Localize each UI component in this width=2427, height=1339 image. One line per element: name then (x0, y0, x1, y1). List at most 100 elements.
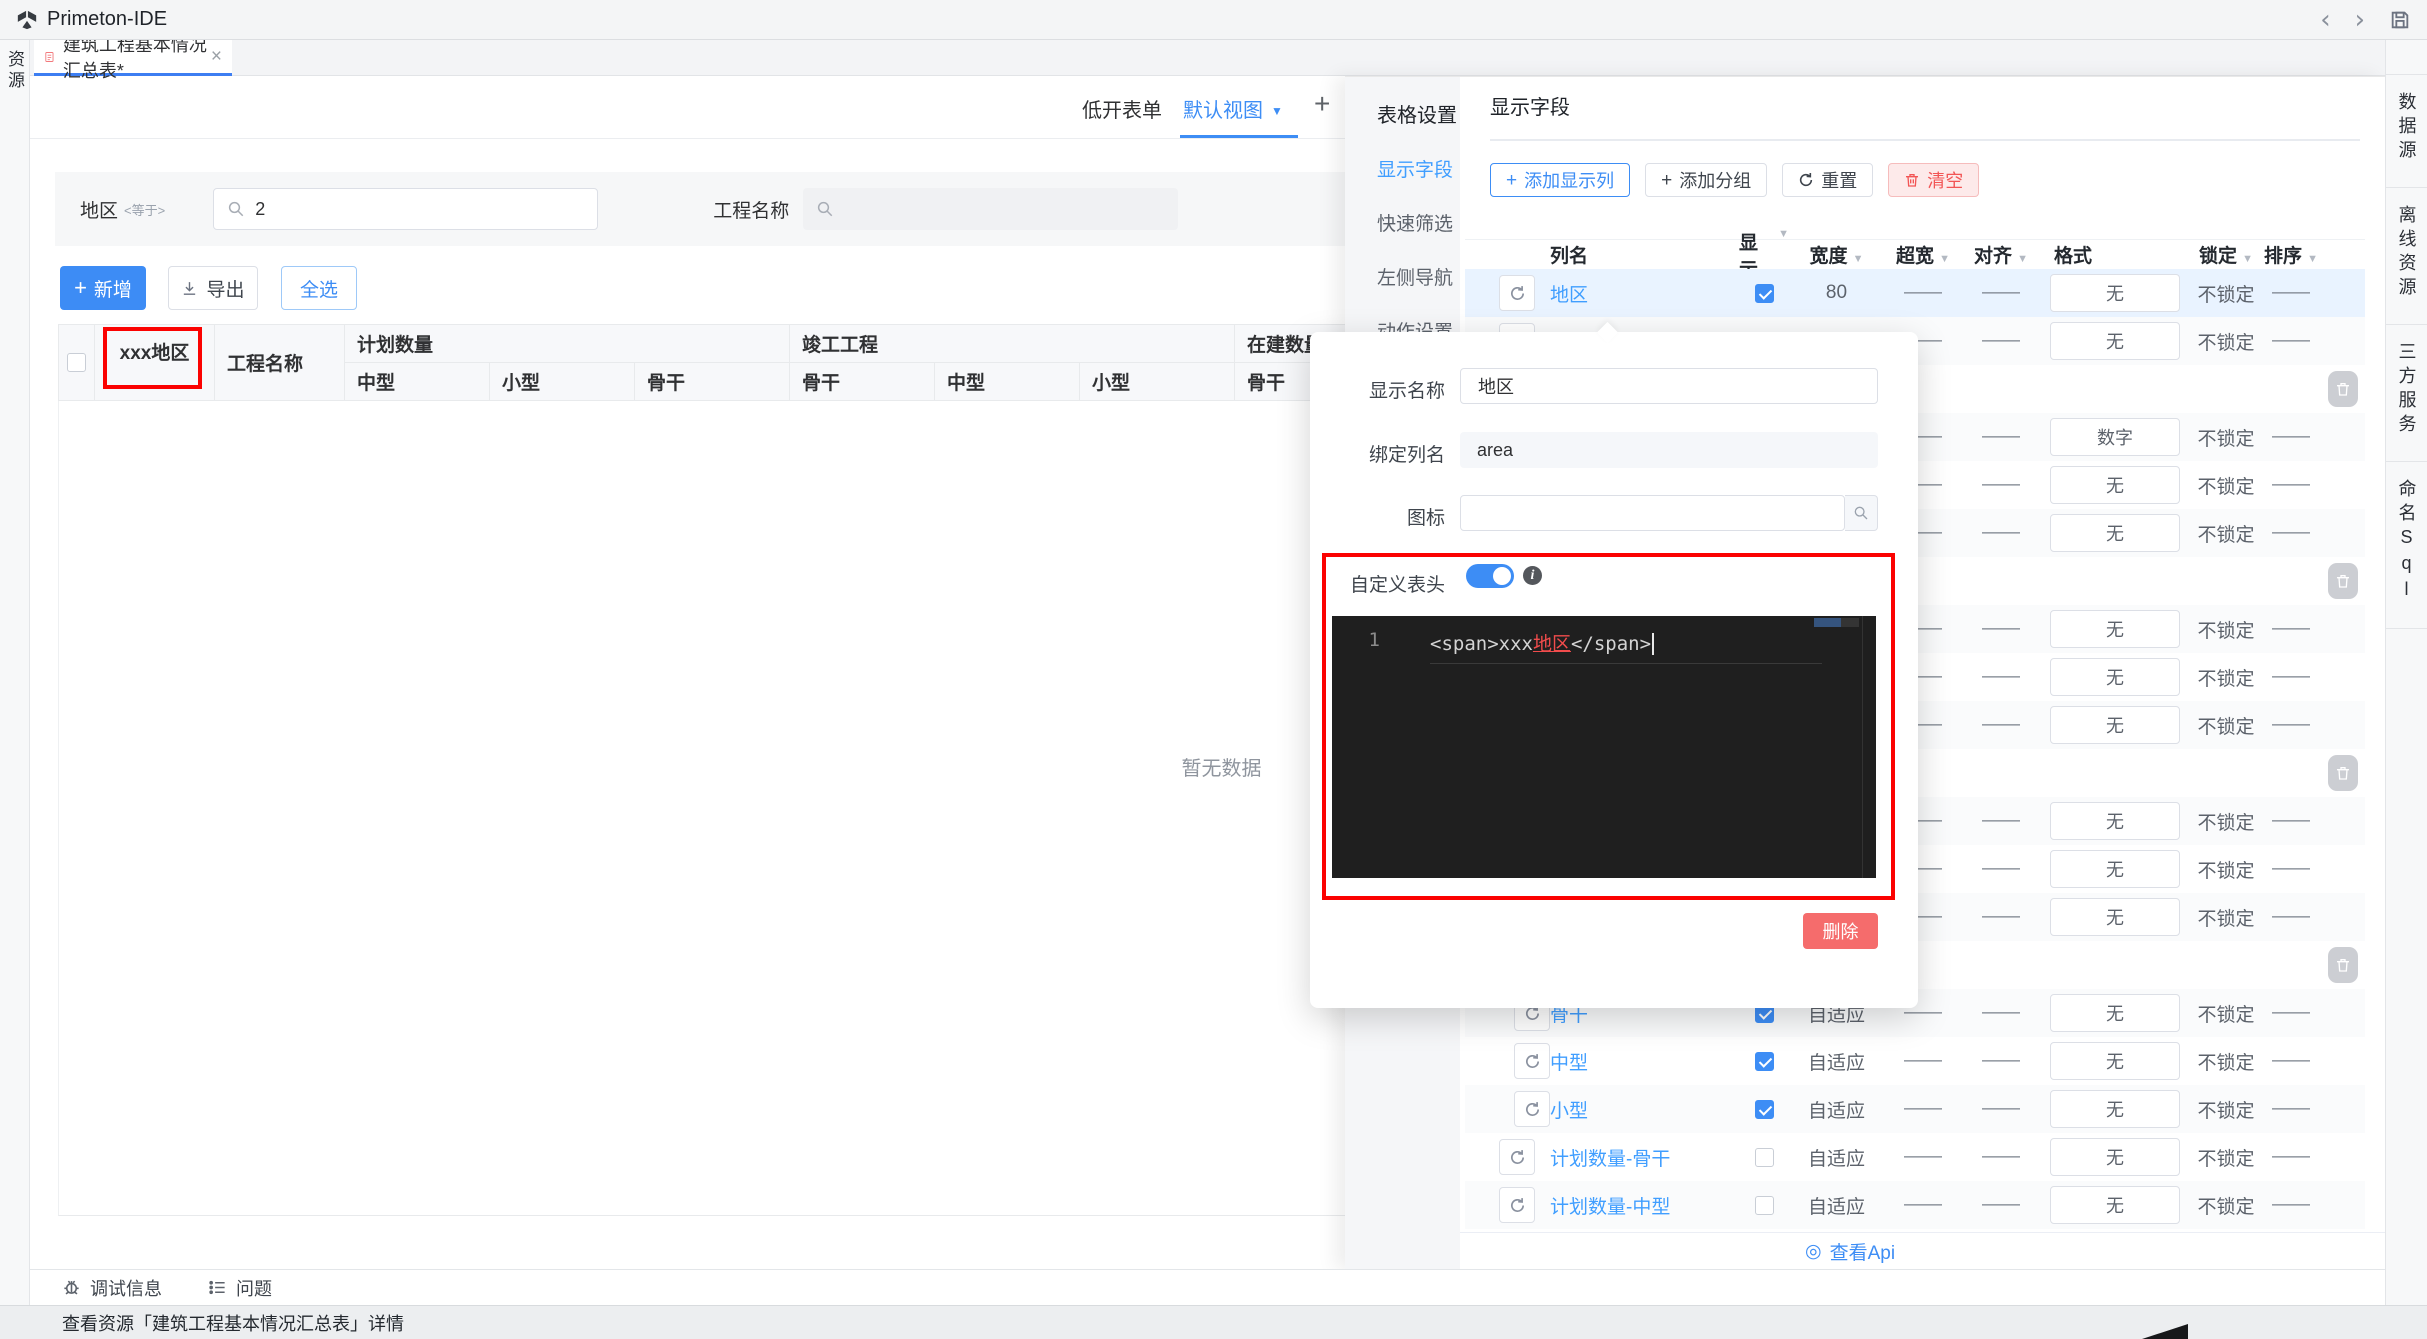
col-header[interactable]: 中型 (935, 363, 1080, 401)
show-checkbox[interactable] (1754, 1195, 1774, 1215)
delete-group-button[interactable] (2327, 371, 2358, 407)
format-select[interactable]: 无 (2050, 802, 2180, 840)
show-checkbox[interactable] (1754, 1051, 1774, 1071)
lock-value[interactable]: 不锁定 (2190, 664, 2262, 691)
refresh-icon[interactable] (1499, 275, 1535, 311)
add-group-button[interactable]: + 添加分组 (1645, 163, 1768, 197)
column-name-link[interactable]: 计划数量-中型 (1550, 1192, 1739, 1219)
show-checkbox[interactable] (1754, 283, 1774, 303)
lock-value[interactable]: 不锁定 (2190, 472, 2262, 499)
col-header[interactable]: 中型 (345, 363, 490, 401)
lock-value[interactable]: 不锁定 (2190, 808, 2262, 835)
format-select[interactable]: 无 (2050, 706, 2180, 744)
show-checkbox[interactable] (1754, 1099, 1774, 1119)
field-row[interactable]: 小型 自适应 —— —— 无不锁定 —— (1465, 1085, 2365, 1133)
left-rail-tab-resources[interactable]: 资源 (2, 50, 27, 92)
add-display-column-button[interactable]: + 添加显示列 (1490, 163, 1631, 197)
format-select[interactable]: 无 (2050, 274, 2180, 312)
back-icon[interactable]: ‹ (2320, 7, 2330, 33)
view-api-link[interactable]: 查看Api (1830, 1238, 1895, 1265)
col-header[interactable]: 骨干 (635, 363, 790, 401)
refresh-icon[interactable] (1514, 1091, 1550, 1127)
add-button[interactable]: + 新增 (60, 266, 146, 310)
right-rail-tab-0[interactable]: 数据源 (2386, 74, 2427, 188)
col-sort-header[interactable]: 排序 ▼ (2262, 241, 2320, 268)
col-header[interactable]: 骨干 (790, 363, 935, 401)
delete-group-button[interactable] (2327, 563, 2358, 599)
export-button[interactable]: 导出 (168, 266, 258, 310)
width-value[interactable]: 自适应 (1789, 1096, 1884, 1123)
custom-header-toggle[interactable] (1466, 564, 1514, 588)
format-select[interactable]: 无 (2050, 850, 2180, 888)
lock-value[interactable]: 不锁定 (2190, 712, 2262, 739)
col-group-plan[interactable]: 计划数量 (345, 324, 790, 363)
col-group-completed[interactable]: 竣工工程 (790, 324, 1235, 363)
lock-value[interactable]: 不锁定 (2190, 1192, 2262, 1219)
lock-value[interactable]: 不锁定 (2190, 616, 2262, 643)
width-value[interactable]: 自适应 (1789, 1144, 1884, 1171)
lock-value[interactable]: 不锁定 (2190, 280, 2262, 307)
refresh-icon[interactable] (1514, 1043, 1550, 1079)
lock-value[interactable]: 不锁定 (2190, 856, 2262, 883)
format-select[interactable]: 无 (2050, 1090, 2180, 1128)
col-name-header[interactable]: 列名 (1550, 241, 1739, 268)
col-header[interactable]: 小型 (490, 363, 635, 401)
project-filter-input[interactable] (803, 188, 1179, 230)
format-select[interactable]: 无 (2050, 1186, 2180, 1224)
right-rail-tab-1[interactable]: 离线资源 (2386, 188, 2427, 325)
lock-value[interactable]: 不锁定 (2190, 1048, 2262, 1075)
lock-value[interactable]: 不锁定 (2190, 1000, 2262, 1027)
select-all-checkbox[interactable] (67, 353, 86, 372)
col-header[interactable]: 小型 (1080, 363, 1235, 401)
lock-value[interactable]: 不锁定 (2190, 904, 2262, 931)
col-header-project[interactable]: 工程名称 (215, 324, 345, 401)
debug-info-tab[interactable]: 调试信息 (62, 1275, 162, 1301)
format-select[interactable]: 无 (2050, 514, 2180, 552)
col-width-header[interactable]: 宽度 ▼ (1789, 241, 1884, 268)
delete-button[interactable]: 删除 (1803, 913, 1878, 949)
forward-icon[interactable]: › (2355, 7, 2365, 33)
refresh-icon[interactable] (1499, 1187, 1535, 1223)
format-select[interactable]: 无 (2050, 1138, 2180, 1176)
column-name-link[interactable]: 中型 (1550, 1048, 1739, 1075)
save-icon[interactable] (2389, 9, 2411, 31)
right-rail-tab-3[interactable]: 命名Sql (2386, 462, 2427, 629)
clear-button[interactable]: 清空 (1888, 163, 1980, 197)
width-value[interactable]: 80 (1789, 282, 1884, 304)
lock-value[interactable]: 不锁定 (2190, 328, 2262, 355)
right-rail-tab-2[interactable]: 三方服务 (2386, 325, 2427, 462)
display-name-input[interactable]: 地区 (1460, 368, 1878, 404)
width-value[interactable]: 自适应 (1789, 1192, 1884, 1219)
format-select[interactable]: 无 (2050, 466, 2180, 504)
lock-value[interactable]: 不锁定 (2190, 1144, 2262, 1171)
lock-value[interactable]: 不锁定 (2190, 424, 2262, 451)
show-checkbox[interactable] (1754, 1147, 1774, 1167)
format-select[interactable]: 数字 (2050, 418, 2180, 456)
column-name-link[interactable]: 地区 (1550, 280, 1739, 307)
icon-search-button[interactable] (1845, 495, 1878, 531)
icon-input[interactable] (1460, 495, 1845, 531)
col-align-header[interactable]: 对齐 ▼ (1962, 241, 2040, 268)
nav-item-left-nav[interactable]: 左侧导航 (1377, 263, 1460, 290)
col-lock-header[interactable]: 锁定 ▼ (2190, 241, 2262, 268)
lock-value[interactable]: 不锁定 (2190, 520, 2262, 547)
format-select[interactable]: 无 (2050, 658, 2180, 696)
column-name-link[interactable]: 计划数量-骨干 (1550, 1144, 1739, 1171)
field-row[interactable]: 中型 自适应 —— —— 无不锁定 —— (1465, 1037, 2365, 1085)
format-select[interactable]: 无 (2050, 610, 2180, 648)
format-select[interactable]: 无 (2050, 1042, 2180, 1080)
field-row[interactable]: 计划数量-骨干 自适应 —— —— 无不锁定 —— (1465, 1133, 2365, 1181)
lowcode-form-link[interactable]: 低开表单 (1082, 94, 1162, 123)
area-filter-input[interactable]: 2 (213, 188, 599, 230)
col-overwide-header[interactable]: 超宽 ▼ (1884, 241, 1962, 268)
custom-header-code-editor[interactable]: 1 <span>xxx地区</span> (1332, 616, 1876, 878)
delete-group-button[interactable] (2327, 755, 2358, 791)
nav-item-display-fields[interactable]: 显示字段 (1377, 155, 1460, 182)
nav-item-quick-filter[interactable]: 快速筛选 (1377, 209, 1460, 236)
refresh-icon[interactable] (1499, 1139, 1535, 1175)
problems-tab[interactable]: 问题 (208, 1275, 272, 1301)
format-select[interactable]: 无 (2050, 322, 2180, 360)
width-value[interactable]: 自适应 (1789, 1048, 1884, 1075)
close-icon[interactable]: × (211, 46, 222, 68)
reset-button[interactable]: 重置 (1782, 163, 1874, 197)
